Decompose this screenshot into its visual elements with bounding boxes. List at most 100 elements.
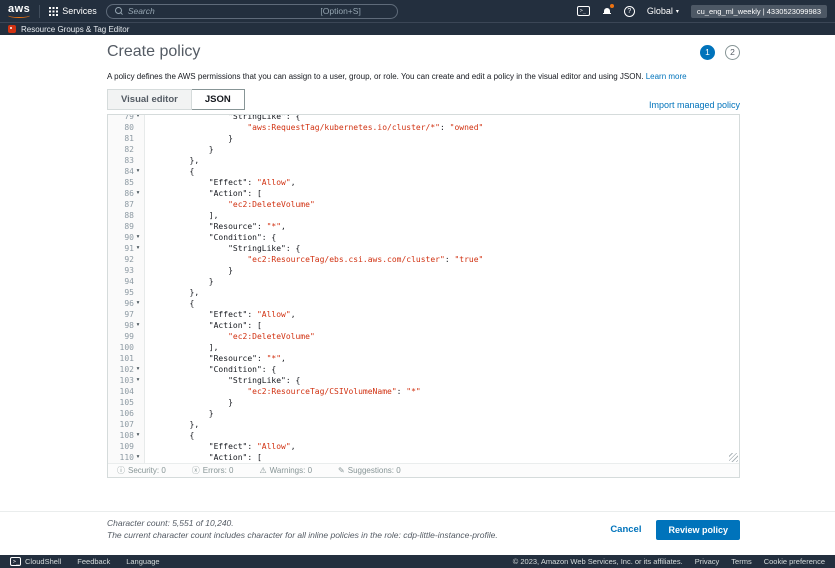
gutter-cell[interactable]: 101 xyxy=(108,353,145,364)
privacy-link[interactable]: Privacy xyxy=(695,557,720,566)
code-line[interactable]: } xyxy=(145,408,739,419)
code-line[interactable]: "ec2:DeleteVolume" xyxy=(145,199,739,210)
feedback-link[interactable]: Feedback xyxy=(77,557,110,566)
editor-line[interactable]: 104 "ec2:ResourceTag/CSIVolumeName": "*" xyxy=(108,386,739,397)
terms-link[interactable]: Terms xyxy=(731,557,751,566)
code-line[interactable]: "Action": [ xyxy=(145,188,739,199)
account-menu[interactable]: cu_eng_ml_weekly | 4330523099983 xyxy=(691,5,827,18)
gutter-cell[interactable]: 92 xyxy=(108,254,145,265)
code-line[interactable]: "ec2:DeleteVolume" xyxy=(145,331,739,342)
editor-line[interactable]: 82 } xyxy=(108,144,739,155)
tab-visual-editor[interactable]: Visual editor xyxy=(107,89,192,110)
editor-line[interactable]: 106 } xyxy=(108,408,739,419)
code-line[interactable]: }, xyxy=(145,419,739,430)
gutter-cell[interactable]: 109 xyxy=(108,441,145,452)
editor-line[interactable]: 87 "ec2:DeleteVolume" xyxy=(108,199,739,210)
code-line[interactable]: "Effect": "Allow", xyxy=(145,309,739,320)
app-title[interactable]: Resource Groups & Tag Editor xyxy=(21,25,129,34)
code-line[interactable]: { xyxy=(145,430,739,441)
code-line[interactable]: }, xyxy=(145,155,739,166)
aws-logo[interactable]: aws xyxy=(8,4,30,18)
editor-line[interactable]: 103▾ "StringLike": { xyxy=(108,375,739,386)
code-line[interactable]: "ec2:ResourceTag/CSIVolumeName": "*" xyxy=(145,386,739,397)
editor-line[interactable]: 105 } xyxy=(108,397,739,408)
editor-line[interactable]: 83 }, xyxy=(108,155,739,166)
step-2[interactable]: 2 xyxy=(725,45,740,60)
editor-line[interactable]: 108▾ { xyxy=(108,430,739,441)
cloudshell-icon[interactable] xyxy=(577,6,590,16)
language-link[interactable]: Language xyxy=(126,557,159,566)
gutter-cell[interactable]: 97 xyxy=(108,309,145,320)
gutter-cell[interactable]: 85 xyxy=(108,177,145,188)
gutter-cell[interactable]: 79▾ xyxy=(108,115,145,122)
cancel-button[interactable]: Cancel xyxy=(610,524,641,535)
region-selector[interactable]: Global ▾ xyxy=(647,6,679,16)
gutter-cell[interactable]: 91▾ xyxy=(108,243,145,254)
editor-line[interactable]: 98▾ "Action": [ xyxy=(108,320,739,331)
editor-line[interactable]: 86▾ "Action": [ xyxy=(108,188,739,199)
gutter-cell[interactable]: 110▾ xyxy=(108,452,145,463)
resize-grip[interactable] xyxy=(729,453,738,462)
editor-line[interactable]: 85 "Effect": "Allow", xyxy=(108,177,739,188)
editor-line[interactable]: 99 "ec2:DeleteVolume" xyxy=(108,331,739,342)
gutter-cell[interactable]: 88 xyxy=(108,210,145,221)
code-line[interactable]: "Action": [ xyxy=(145,320,739,331)
editor-line[interactable]: 94 } xyxy=(108,276,739,287)
fold-toggle-icon[interactable]: ▾ xyxy=(134,298,142,309)
gutter-cell[interactable]: 87 xyxy=(108,199,145,210)
editor-line[interactable]: 96▾ { xyxy=(108,298,739,309)
editor-line[interactable]: 107 }, xyxy=(108,419,739,430)
code-line[interactable]: { xyxy=(145,166,739,177)
fold-toggle-icon[interactable]: ▾ xyxy=(134,320,142,331)
editor-line[interactable]: 93 } xyxy=(108,265,739,276)
fold-toggle-icon[interactable]: ▾ xyxy=(134,243,142,254)
fold-toggle-icon[interactable]: ▾ xyxy=(134,452,142,463)
editor-line[interactable]: 90▾ "Condition": { xyxy=(108,232,739,243)
fold-toggle-icon[interactable]: ▾ xyxy=(134,375,142,386)
services-menu[interactable]: Services xyxy=(49,6,97,16)
gutter-cell[interactable]: 81 xyxy=(108,133,145,144)
code-line[interactable]: "StringLike": { xyxy=(145,243,739,254)
notifications-button[interactable] xyxy=(602,6,612,16)
gutter-cell[interactable]: 90▾ xyxy=(108,232,145,243)
gutter-cell[interactable]: 107 xyxy=(108,419,145,430)
gutter-cell[interactable]: 94 xyxy=(108,276,145,287)
gutter-cell[interactable]: 86▾ xyxy=(108,188,145,199)
gutter-cell[interactable]: 103▾ xyxy=(108,375,145,386)
code-line[interactable]: } xyxy=(145,276,739,287)
code-line[interactable]: ], xyxy=(145,342,739,353)
code-line[interactable]: } xyxy=(145,265,739,276)
editor-line[interactable]: 80 "aws:RequestTag/kubernetes.io/cluster… xyxy=(108,122,739,133)
editor-line[interactable]: 100 ], xyxy=(108,342,739,353)
review-policy-button[interactable]: Review policy xyxy=(656,520,740,540)
gutter-cell[interactable]: 95 xyxy=(108,287,145,298)
fold-toggle-icon[interactable]: ▾ xyxy=(134,115,142,122)
gutter-cell[interactable]: 99 xyxy=(108,331,145,342)
gutter-cell[interactable]: 93 xyxy=(108,265,145,276)
editor-line[interactable]: 91▾ "StringLike": { xyxy=(108,243,739,254)
editor-line[interactable]: 88 ], xyxy=(108,210,739,221)
help-icon[interactable]: ? xyxy=(624,6,635,17)
code-line[interactable]: "StringLike": { xyxy=(145,115,739,122)
editor-line[interactable]: 110▾ "Action": [ xyxy=(108,452,739,463)
editor-line[interactable]: 109 "Effect": "Allow", xyxy=(108,441,739,452)
gutter-cell[interactable]: 108▾ xyxy=(108,430,145,441)
gutter-cell[interactable]: 80 xyxy=(108,122,145,133)
code-line[interactable]: "ec2:ResourceTag/ebs.csi.aws.com/cluster… xyxy=(145,254,739,265)
editor-line[interactable]: 97 "Effect": "Allow", xyxy=(108,309,739,320)
code-line[interactable]: { xyxy=(145,298,739,309)
editor-line[interactable]: 92 "ec2:ResourceTag/ebs.csi.aws.com/clus… xyxy=(108,254,739,265)
gutter-cell[interactable]: 102▾ xyxy=(108,364,145,375)
fold-toggle-icon[interactable]: ▾ xyxy=(134,232,142,243)
gutter-cell[interactable]: 89 xyxy=(108,221,145,232)
code-line[interactable]: "Effect": "Allow", xyxy=(145,177,739,188)
code-line[interactable]: }, xyxy=(145,287,739,298)
code-line[interactable]: "Condition": { xyxy=(145,364,739,375)
code-line[interactable]: "Condition": { xyxy=(145,232,739,243)
code-line[interactable]: "Resource": "*", xyxy=(145,353,739,364)
code-line[interactable]: "Resource": "*", xyxy=(145,221,739,232)
code-line[interactable]: "StringLike": { xyxy=(145,375,739,386)
fold-toggle-icon[interactable]: ▾ xyxy=(134,166,142,177)
code-line[interactable]: } xyxy=(145,144,739,155)
gutter-cell[interactable]: 96▾ xyxy=(108,298,145,309)
